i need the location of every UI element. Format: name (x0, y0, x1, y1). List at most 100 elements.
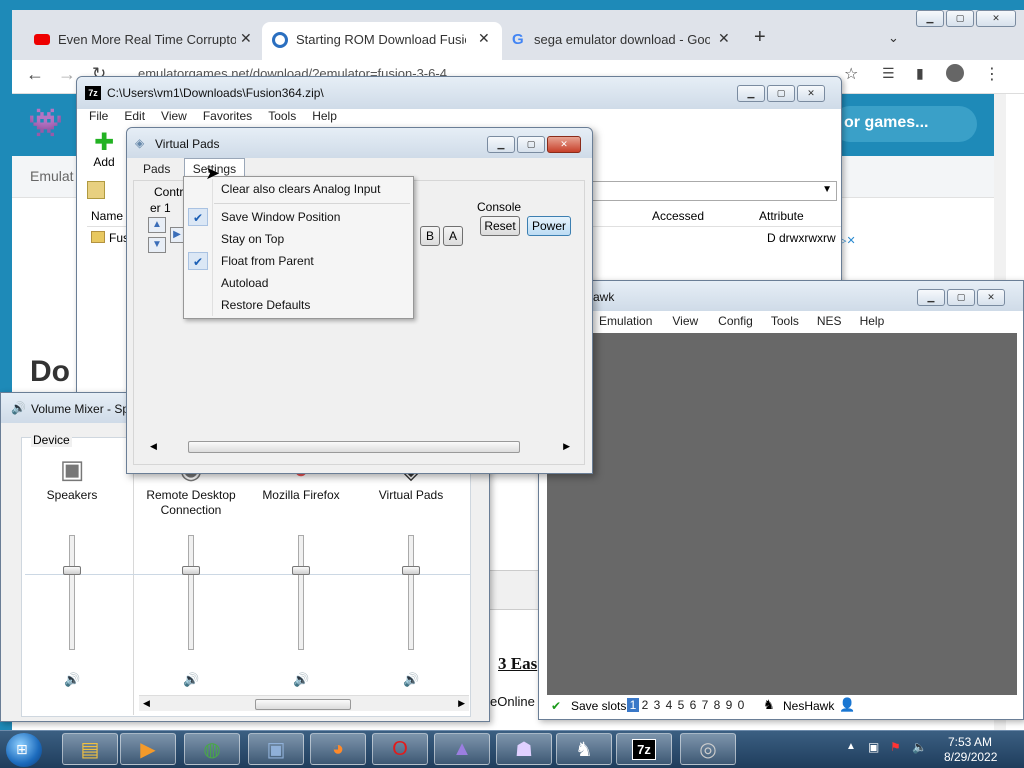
hawk-icon[interactable]: ♞ (556, 733, 612, 765)
opera-icon[interactable]: O (372, 733, 428, 765)
new-tab-button[interactable]: + (754, 26, 766, 49)
article-title[interactable]: 3 Eas (498, 654, 537, 674)
site-search[interactable]: or games... (832, 106, 977, 142)
tab-youtube[interactable]: Even More Real Time Corruptor ( ✕ (26, 26, 262, 56)
settings-menu-item[interactable]: ✔ Save Window Position (186, 207, 412, 227)
back-arrow-icon[interactable]: ← (26, 64, 44, 85)
forward-arrow-icon[interactable]: → (58, 64, 76, 85)
minimize-button[interactable]: ▁ (737, 85, 765, 102)
volume-slider-thumb[interactable] (292, 565, 310, 575)
site-nav-emulators[interactable]: Emulat (30, 168, 74, 184)
menu-config[interactable]: Config (710, 311, 761, 331)
media-icon[interactable]: ☰ (882, 65, 895, 82)
add-button[interactable]: ✚ Add (87, 131, 121, 171)
save-slot[interactable]: 8 (711, 698, 723, 712)
save-slot[interactable]: 0 (735, 698, 747, 712)
volume-mixer-icon[interactable]: ◎ (680, 733, 736, 765)
pad-b-button[interactable]: B (420, 226, 440, 246)
game-screen[interactable] (547, 333, 1017, 695)
settings-menu-item[interactable]: Stay on Top (186, 229, 412, 249)
close-button[interactable]: ✕ (976, 10, 1016, 27)
minimize-button[interactable]: ▁ (916, 10, 944, 27)
neshawk-titlebar[interactable]: awk ▁ ▢ ✕ (539, 281, 1023, 311)
explorer-icon[interactable]: ▤ (62, 733, 118, 765)
settings-menu-item[interactable]: Autoload (186, 273, 412, 293)
remote-desktop-icon[interactable]: ▣ (248, 733, 304, 765)
profile-icon[interactable] (946, 64, 964, 82)
pad-a-button[interactable]: A (443, 226, 463, 246)
menu-nes[interactable]: NES (809, 311, 850, 331)
site-logo-icon[interactable]: 👾 (28, 106, 63, 139)
settings-menu-item[interactable]: Restore Defaults (186, 295, 412, 315)
firefox-icon[interactable]: ◕ (310, 733, 366, 765)
col-attributes[interactable]: Attribute (759, 209, 804, 223)
dpad-up-button[interactable]: ▲ (148, 217, 166, 233)
menu-view[interactable]: View (153, 106, 195, 126)
menu-emulation[interactable]: Emulation (591, 311, 660, 331)
menu-view[interactable]: View (660, 311, 710, 331)
mute-button-icon[interactable]: 🔊 (64, 672, 80, 688)
up-folder-button[interactable] (87, 181, 105, 199)
volume-slider-thumb[interactable] (402, 565, 420, 575)
bizhawk-icon[interactable]: ☗ (496, 733, 552, 765)
sevenzip-icon[interactable]: 7z (616, 733, 672, 765)
volume-slider[interactable] (408, 535, 414, 650)
settings-menu-item[interactable]: ✔ Float from Parent (186, 251, 412, 271)
menu-help[interactable]: Help (850, 311, 895, 331)
virtual-pads-titlebar[interactable]: ◈ Virtual Pads ▁ ▢ ✕ (127, 128, 592, 158)
path-dropdown[interactable]: ▼ (587, 181, 837, 201)
close-icon[interactable]: ✕ (240, 30, 252, 47)
tray-expand-icon[interactable]: ▲ (846, 741, 856, 752)
chevron-down-icon[interactable]: ⌄ (888, 30, 899, 46)
chrome-icon[interactable]: ◍ (184, 733, 240, 765)
sidepanel-icon[interactable]: ▮ (916, 65, 924, 82)
start-button[interactable]: ⊞ (6, 733, 42, 767)
media-player-icon[interactable]: ▶ (120, 733, 176, 765)
minimize-button[interactable]: ▁ (487, 136, 515, 153)
menu-tools[interactable]: Tools (761, 311, 809, 331)
close-icon[interactable]: ✕ (478, 30, 490, 47)
mute-button-icon[interactable]: 🔊 (293, 672, 309, 688)
more-menu-icon[interactable]: ⋮ (984, 64, 1000, 84)
sevenzip-titlebar[interactable]: 7z C:\Users\vm1\Downloads\Fusion364.zip\… (77, 77, 841, 109)
save-slot[interactable]: 4 (663, 698, 675, 712)
clock-date[interactable]: 8/29/2022 (944, 750, 997, 764)
menu-pads[interactable]: Pads (133, 159, 180, 179)
save-slot[interactable]: 5 (675, 698, 687, 712)
scroll-thumb[interactable] (188, 441, 520, 453)
star-icon[interactable]: ☆ (844, 64, 858, 84)
close-button[interactable]: ✕ (977, 289, 1005, 306)
menu-edit[interactable]: Edit (116, 106, 153, 126)
vp-hscrollbar[interactable]: ◀ ▶ (148, 439, 572, 455)
maximize-button[interactable]: ▢ (517, 136, 545, 153)
scroll-right-icon[interactable]: ▶ (563, 441, 570, 452)
tab-emulatorgames[interactable]: Starting ROM Download Fusion 3 ✕ (262, 22, 502, 60)
col-accessed[interactable]: Accessed (652, 209, 704, 223)
menu-file[interactable]: File (81, 106, 116, 126)
maximize-button[interactable]: ▢ (947, 289, 975, 306)
minimize-button[interactable]: ▁ (917, 289, 945, 306)
maximize-button[interactable]: ▢ (767, 85, 795, 102)
action-center-icon[interactable]: ⚑ (890, 740, 901, 754)
close-icon[interactable]: ✕ (718, 30, 730, 47)
maximize-button[interactable]: ▢ (946, 10, 974, 27)
tab-google[interactable]: G sega emulator download - Googl ✕ (506, 26, 738, 56)
menu-favorites[interactable]: Favorites (195, 106, 260, 126)
save-slot[interactable]: 1 (627, 698, 639, 712)
close-button[interactable]: ✕ (797, 85, 825, 102)
save-slot[interactable]: 6 (687, 698, 699, 712)
power-button[interactable]: Power (527, 216, 571, 236)
network-icon[interactable]: ▣ (868, 740, 879, 754)
volume-slider[interactable] (188, 535, 194, 650)
volume-icon[interactable]: 🔈 (912, 740, 927, 754)
app-icon[interactable]: ▲ (434, 733, 490, 765)
save-slot[interactable]: 2 (639, 698, 651, 712)
dpad-down-button[interactable]: ▼ (148, 237, 166, 253)
save-slot[interactable]: 7 (699, 698, 711, 712)
volume-slider-thumb[interactable] (63, 565, 81, 575)
save-slot[interactable]: 9 (723, 698, 735, 712)
menu-help[interactable]: Help (304, 106, 345, 126)
dpad-right-button[interactable]: ▶ (170, 227, 184, 243)
clock-time[interactable]: 7:53 AM (948, 735, 992, 749)
volume-slider[interactable] (69, 535, 75, 650)
